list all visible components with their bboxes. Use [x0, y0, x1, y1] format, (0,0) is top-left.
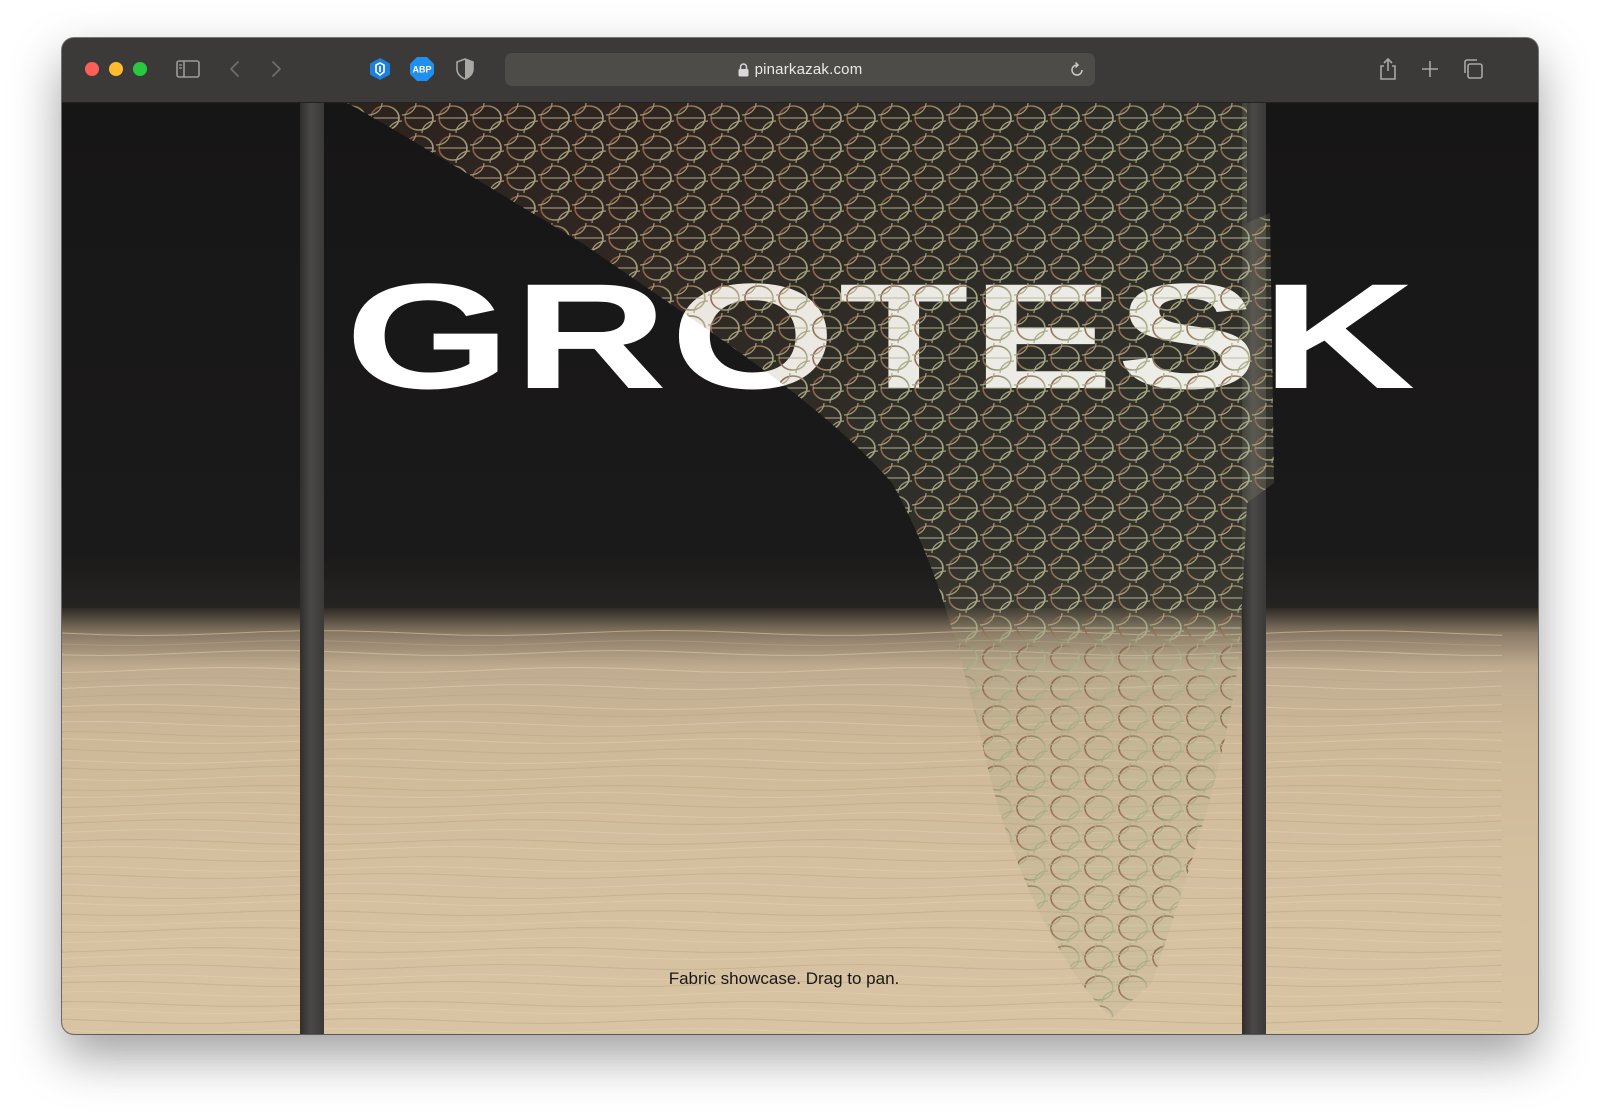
- privacy-shield-icon: [456, 58, 474, 80]
- new-tab-button[interactable]: [1417, 56, 1443, 82]
- browser-toolbar: ABP pinarkazak.com: [62, 38, 1538, 103]
- adblock-badge-text: ABP: [412, 65, 431, 75]
- privacy-shield-button[interactable]: [452, 56, 478, 82]
- back-button[interactable]: [222, 56, 248, 82]
- share-button[interactable]: [1375, 56, 1401, 82]
- plus-icon: [1422, 61, 1438, 77]
- lock-icon: [738, 62, 749, 76]
- address-url[interactable]: pinarkazak.com: [505, 53, 1095, 86]
- caption-text: Fabric showcase. Drag to pan.: [668, 969, 900, 988]
- adblock-icon: ABP: [410, 57, 434, 81]
- minimize-window-button[interactable]: [109, 62, 123, 76]
- tab-overview-button[interactable]: [1460, 56, 1486, 82]
- shield-extension-button[interactable]: [367, 56, 393, 82]
- close-window-button[interactable]: [85, 62, 99, 76]
- reload-button[interactable]: [1067, 60, 1087, 80]
- chevron-left-icon: [230, 61, 239, 77]
- share-icon: [1380, 57, 1396, 80]
- sidebar-icon: [176, 60, 200, 78]
- sidebar-toggle-button[interactable]: [175, 56, 201, 82]
- zoom-window-button[interactable]: [133, 62, 147, 76]
- hexagon-shield-icon: [370, 58, 390, 80]
- forward-button[interactable]: [263, 56, 289, 82]
- screen: ABP pinarkazak.com Fabric showcase. Drag…: [0, 0, 1600, 1116]
- browser-window: ABP pinarkazak.com Fabric showcase. Drag…: [62, 38, 1538, 1034]
- address-bar[interactable]: pinarkazak.com: [505, 53, 1095, 86]
- url-text: pinarkazak.com: [754, 61, 863, 78]
- adblock-extension-button[interactable]: ABP: [409, 56, 435, 82]
- fabric-showcase-canvas[interactable]: GROTESK: [62, 103, 1538, 1034]
- reload-icon: [1071, 61, 1083, 76]
- chevron-right-icon: [272, 61, 281, 77]
- tabs-icon: [1464, 59, 1483, 79]
- mesh-fabric[interactable]: [62, 103, 1538, 1034]
